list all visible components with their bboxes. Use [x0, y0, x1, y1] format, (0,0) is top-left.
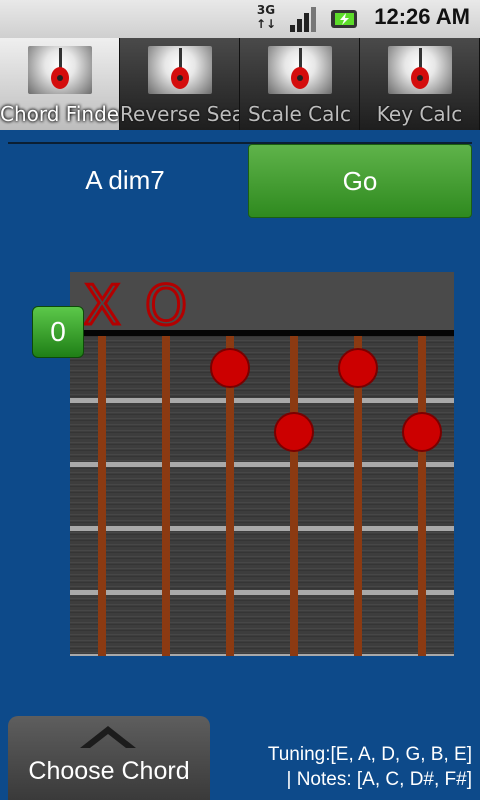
- nut: [70, 330, 454, 336]
- chord-info: Tuning:[E, A, D, G, B, E] | Notes: [A, C…: [232, 742, 472, 792]
- guitar-string: [290, 336, 298, 656]
- notes-text: | Notes: [A, C, D#, F#]: [286, 769, 473, 790]
- tab-key-calc[interactable]: Key Calc: [360, 38, 480, 130]
- tab-label: Reverse Sear: [120, 102, 239, 126]
- finger-dot: [210, 348, 250, 388]
- finger-dot: [274, 412, 314, 452]
- tab-chord-finder[interactable]: Chord Finder: [0, 38, 120, 130]
- finger-dot: [402, 412, 442, 452]
- fret-wire: [70, 526, 454, 531]
- fret-wire: [70, 398, 454, 403]
- open-string-marker: O: [145, 274, 188, 337]
- choose-chord-label: Choose Chord: [28, 757, 190, 785]
- signal-strength-icon: [290, 7, 316, 32]
- tab-scale-calc[interactable]: Scale Calc: [240, 38, 360, 130]
- chevron-up-icon: [80, 726, 136, 748]
- tab-reverse-search[interactable]: Reverse Sear: [120, 38, 240, 130]
- tuning-text: Tuning:[E, A, D, G, B, E]: [267, 744, 472, 765]
- start-fret-badge[interactable]: 0: [32, 306, 84, 358]
- choose-chord-button[interactable]: Choose Chord: [8, 716, 210, 800]
- network-3g-icon: 3G ↑↓: [255, 3, 277, 31]
- clock: 12:26 AM: [374, 4, 470, 29]
- guitar-icon: [388, 46, 452, 94]
- guitar-icon: [268, 46, 332, 94]
- tab-bar: Chord Finder Reverse Sear Scale Calc: [0, 38, 480, 130]
- battery-charging-icon: [331, 10, 357, 28]
- tab-label: Key Calc: [376, 102, 463, 126]
- tab-label: Scale Calc: [248, 102, 351, 126]
- network-type: 3G: [256, 3, 276, 17]
- guitar-string: [418, 336, 426, 656]
- fretboard: XO: [70, 272, 454, 656]
- finger-dot: [338, 348, 378, 388]
- chord-name: A dim7: [85, 165, 165, 195]
- tab-label: Chord Finder: [0, 102, 119, 126]
- status-bar: 3G ↑↓ 12:26 AM: [0, 0, 480, 38]
- guitar-icon: [28, 46, 92, 94]
- fret-wire: [70, 654, 454, 656]
- fret-wire: [70, 590, 454, 595]
- guitar-string: [98, 336, 106, 656]
- go-button[interactable]: Go: [248, 144, 472, 218]
- muted-string-marker: X: [84, 274, 121, 337]
- guitar-icon: [148, 46, 212, 94]
- headstock-area: [70, 272, 454, 332]
- fret-wire: [70, 462, 454, 467]
- guitar-string: [162, 336, 170, 656]
